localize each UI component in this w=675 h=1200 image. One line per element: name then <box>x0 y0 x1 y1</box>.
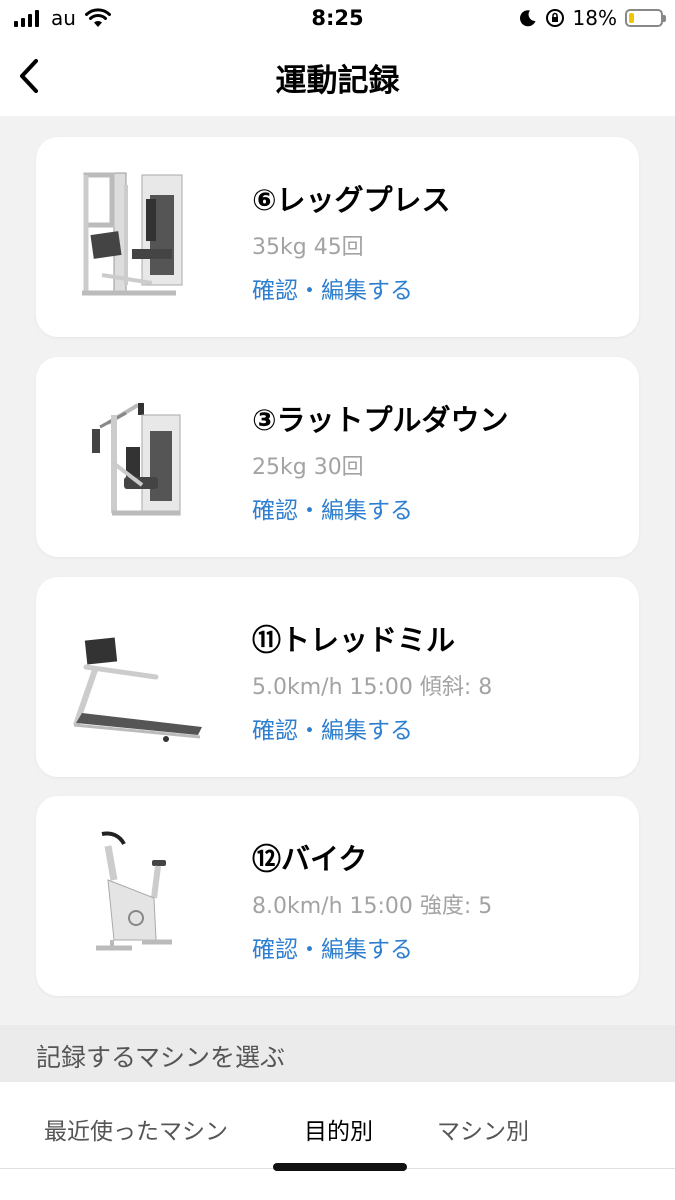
status-bar: au 8:25 18% <box>0 0 675 38</box>
battery-icon <box>625 9 666 27</box>
record-title: ⑪トレッドミル <box>252 623 456 657</box>
edit-record-link[interactable]: 確認・編集する <box>252 930 413 964</box>
record-title: ③ラットプルダウン <box>252 403 509 437</box>
record-detail: 5.0km/h 15:00 傾斜: 8 <box>252 675 493 700</box>
record-detail: 25kg 30回 <box>252 455 364 480</box>
edit-record-link[interactable]: 確認・編集する <box>252 491 413 525</box>
machine-select-heading: 記録するマシンを選ぶ <box>36 1043 286 1072</box>
page-title: 運動記録 <box>275 63 400 99</box>
nav-bar: 運動記録 <box>0 38 675 116</box>
record-card-lat-pulldown[interactable]: ③ラットプルダウン 25kg 30回 確認・編集する <box>36 357 639 557</box>
rotation-lock-icon <box>545 9 564 27</box>
lat-pulldown-machine-image <box>92 403 181 516</box>
record-detail: 35kg 45回 <box>252 235 364 260</box>
exercise-bike-image <box>96 831 172 951</box>
record-title: ⑥レッグプレス <box>252 183 451 217</box>
record-card-bike[interactable]: ⑫バイク 8.0km/h 15:00 強度: 5 確認・編集する <box>36 796 639 996</box>
tab-by-machine[interactable]: マシン別 <box>437 1112 529 1146</box>
tab-by-purpose[interactable]: 目的別 <box>304 1112 373 1146</box>
machine-select-tabs: 最近使ったマシン 目的別 マシン別 <box>0 1082 675 1200</box>
treadmill-image <box>73 637 202 742</box>
record-card-treadmill[interactable]: ⑪トレッドミル 5.0km/h 15:00 傾斜: 8 確認・編集する <box>36 577 639 777</box>
home-indicator <box>273 1163 407 1171</box>
leg-press-machine-image <box>82 172 183 296</box>
battery-percent: 18% <box>572 6 617 30</box>
machine-select-header: 記録するマシンを選ぶ <box>0 1025 675 1082</box>
status-right: 18% <box>519 6 666 30</box>
battery-level <box>629 13 634 23</box>
moon-icon <box>519 10 536 27</box>
record-detail: 8.0km/h 15:00 強度: 5 <box>252 894 493 919</box>
tab-recent-machines[interactable]: 最近使ったマシン <box>44 1112 228 1146</box>
edit-record-link[interactable]: 確認・編集する <box>252 711 413 745</box>
record-title: ⑫バイク <box>252 842 368 876</box>
record-card-leg-press[interactable]: ⑥レッグプレス 35kg 45回 確認・編集する <box>36 137 639 337</box>
edit-record-link[interactable]: 確認・編集する <box>252 271 413 305</box>
